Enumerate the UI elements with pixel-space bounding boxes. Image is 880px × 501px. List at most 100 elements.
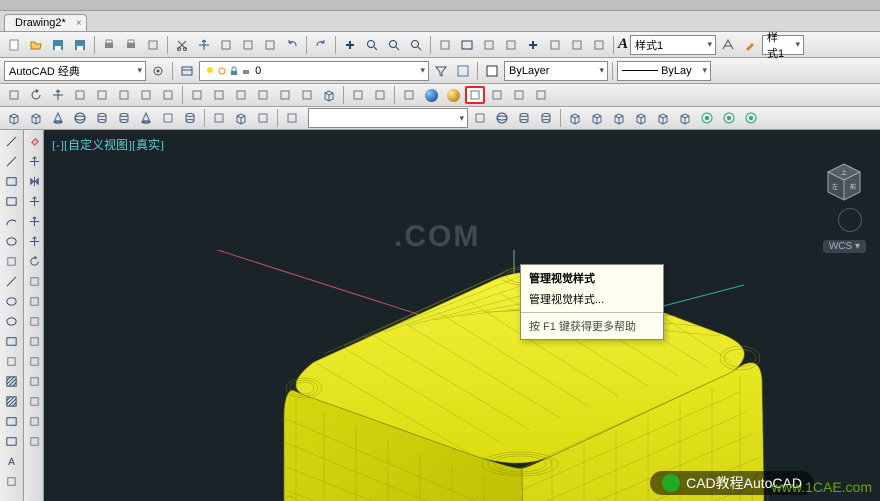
rect-icon[interactable] <box>2 192 22 211</box>
front-icon[interactable] <box>653 109 673 127</box>
solid-model[interactable] <box>184 250 804 501</box>
box-icon[interactable] <box>4 109 24 127</box>
tools-icon[interactable] <box>501 35 521 55</box>
sphere2-icon[interactable] <box>70 109 90 127</box>
paste-icon[interactable] <box>216 35 236 55</box>
cylinder-icon[interactable] <box>92 109 112 127</box>
visual-styles-icon[interactable] <box>465 86 485 104</box>
open-icon[interactable] <box>26 35 46 55</box>
link-icon[interactable] <box>567 35 587 55</box>
layer-state-icon[interactable] <box>453 61 473 81</box>
slice-icon[interactable] <box>92 86 112 104</box>
text-style-dropdown[interactable]: 样式1 <box>630 35 716 55</box>
workspace-dropdown[interactable]: AutoCAD 经典 <box>4 61 146 81</box>
view-dropdown[interactable] <box>308 108 468 128</box>
undo-icon[interactable] <box>282 35 302 55</box>
spline-icon[interactable] <box>2 272 22 291</box>
zoom-prev-icon[interactable] <box>384 35 404 55</box>
sphere-small-icon[interactable] <box>492 109 512 127</box>
move-icon[interactable] <box>24 232 44 251</box>
point-icon[interactable] <box>2 352 22 371</box>
print-icon[interactable] <box>99 35 119 55</box>
spring-icon[interactable] <box>536 109 556 127</box>
layer-properties-icon[interactable] <box>177 61 197 81</box>
mesh-icon[interactable] <box>487 86 507 104</box>
section-icon[interactable] <box>70 86 90 104</box>
layer-dropdown[interactable]: 0 <box>199 61 429 81</box>
offset-icon[interactable] <box>24 192 44 211</box>
presspull-icon[interactable] <box>297 86 317 104</box>
document-tab[interactable]: Drawing2* × <box>4 14 87 31</box>
camera-icon[interactable] <box>282 109 302 127</box>
annotation-icon[interactable] <box>718 35 738 55</box>
dim-style-dropdown[interactable]: 样式1 <box>762 35 804 55</box>
revcloud-icon[interactable] <box>2 252 22 271</box>
3drotate-icon[interactable] <box>26 86 46 104</box>
sweep-icon[interactable] <box>209 86 229 104</box>
calc-icon[interactable] <box>479 35 499 55</box>
3dmove-icon[interactable] <box>48 86 68 104</box>
scale-icon[interactable] <box>24 272 44 291</box>
drawing-canvas[interactable]: [-][自定义视图][真实] .COM <box>44 130 880 501</box>
chamfer-icon[interactable] <box>24 392 44 411</box>
pan-icon[interactable] <box>340 35 360 55</box>
box-face-icon[interactable] <box>319 86 339 104</box>
zoom-window-icon[interactable] <box>362 35 382 55</box>
planar-icon[interactable] <box>187 86 207 104</box>
iso-left-icon[interactable] <box>609 109 629 127</box>
save-icon[interactable] <box>48 35 68 55</box>
trim-icon[interactable] <box>24 312 44 331</box>
thicken-icon[interactable] <box>136 86 156 104</box>
rotate-icon[interactable] <box>24 252 44 271</box>
circle-icon[interactable] <box>2 232 22 251</box>
zoom-icon[interactable] <box>406 35 426 55</box>
gradient-icon[interactable] <box>2 392 22 411</box>
wedge-icon[interactable] <box>26 109 46 127</box>
cone-icon[interactable] <box>48 109 68 127</box>
join-icon[interactable] <box>24 372 44 391</box>
render-icon[interactable] <box>253 109 273 127</box>
close-icon[interactable]: × <box>76 18 82 29</box>
pline-icon[interactable] <box>2 152 22 171</box>
line-icon[interactable] <box>2 132 22 151</box>
stretch-icon[interactable] <box>24 292 44 311</box>
clipboard-icon[interactable] <box>260 35 280 55</box>
smooth-icon[interactable] <box>531 86 551 104</box>
saveas-icon[interactable] <box>70 35 90 55</box>
3dorbit-icon[interactable] <box>697 109 717 127</box>
filter-icon[interactable] <box>470 109 490 127</box>
match-icon[interactable] <box>238 35 258 55</box>
orbit-cont-icon[interactable] <box>741 109 761 127</box>
xref-icon[interactable] <box>545 35 565 55</box>
layers-panel-icon[interactable] <box>523 35 543 55</box>
mesh-box-icon[interactable] <box>231 109 251 127</box>
brush-icon[interactable] <box>740 35 760 55</box>
explode-icon[interactable] <box>24 432 44 451</box>
helix-icon[interactable] <box>180 109 200 127</box>
text-style-icon[interactable]: A <box>618 36 628 53</box>
wire2d-icon[interactable] <box>348 86 368 104</box>
extrude-icon[interactable] <box>275 86 295 104</box>
color-dropdown[interactable]: ByLayer <box>504 61 608 81</box>
text-icon[interactable]: A <box>2 452 22 471</box>
torus-icon[interactable] <box>114 109 134 127</box>
mirror-icon[interactable] <box>24 172 44 191</box>
color-swatch-icon[interactable] <box>482 61 502 81</box>
interfere-icon[interactable] <box>114 86 134 104</box>
copy2-icon[interactable] <box>24 152 44 171</box>
break-icon[interactable] <box>24 352 44 371</box>
publish-icon[interactable] <box>143 35 163 55</box>
viewport-label[interactable]: [-][自定义视图][真实] <box>52 136 164 153</box>
hidden-icon[interactable] <box>399 86 419 104</box>
ellipse-icon[interactable] <box>2 292 22 311</box>
cut-icon[interactable] <box>172 35 192 55</box>
table2-icon[interactable] <box>2 432 22 451</box>
iso-bot-icon[interactable] <box>587 109 607 127</box>
planesurf-icon[interactable] <box>209 109 229 127</box>
region-icon[interactable] <box>2 412 22 431</box>
loft-icon[interactable] <box>253 86 273 104</box>
block-icon[interactable] <box>2 332 22 351</box>
ellipse-arc-icon[interactable] <box>2 312 22 331</box>
arc-icon[interactable] <box>2 212 22 231</box>
extend-icon[interactable] <box>24 332 44 351</box>
